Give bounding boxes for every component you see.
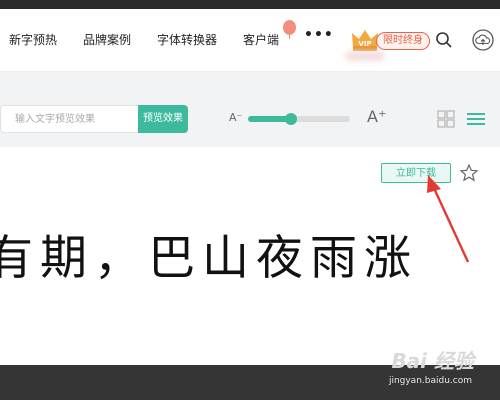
watermark-brand: Bai 经验 <box>391 349 474 373</box>
annotation-arrow <box>427 175 470 263</box>
watermark-url: jingyan.baidu.com <box>388 376 472 386</box>
